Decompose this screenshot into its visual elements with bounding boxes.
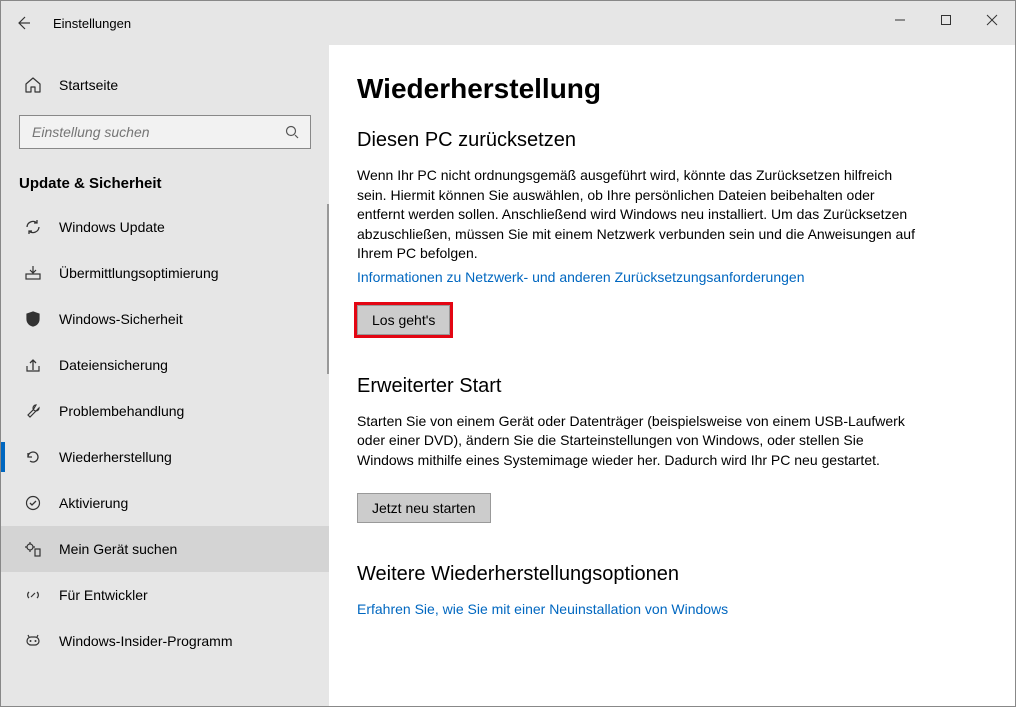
restart-now-button[interactable]: Jetzt neu starten bbox=[357, 493, 491, 523]
sidebar-nav: Windows Update Übermittlungsoptimierung … bbox=[1, 204, 329, 664]
sidebar-item-label: Problembehandlung bbox=[43, 403, 184, 419]
sidebar-item-label: Mein Gerät suchen bbox=[43, 541, 177, 557]
sidebar-item-label: Für Entwickler bbox=[43, 587, 148, 603]
more-recovery-heading: Weitere Wiederherstellungsoptionen bbox=[357, 563, 975, 586]
find-device-icon bbox=[23, 540, 43, 558]
sidebar-home[interactable]: Startseite bbox=[1, 65, 329, 105]
advanced-startup-heading: Erweiterter Start bbox=[357, 375, 975, 398]
sidebar-item-troubleshoot[interactable]: Problembehandlung bbox=[1, 388, 329, 434]
sidebar-item-label: Windows-Insider-Programm bbox=[43, 633, 232, 649]
delivery-icon bbox=[23, 264, 43, 282]
backup-icon bbox=[23, 356, 43, 374]
sidebar-home-label: Startseite bbox=[43, 77, 118, 93]
reset-description: Wenn Ihr PC nicht ordnungsgemäß ausgefüh… bbox=[357, 166, 917, 264]
sidebar-item-label: Windows Update bbox=[43, 219, 165, 235]
search-box[interactable] bbox=[19, 115, 311, 149]
sidebar-item-windows-security[interactable]: Windows-Sicherheit bbox=[1, 296, 329, 342]
sidebar-section-title: Update & Sicherheit bbox=[1, 149, 329, 204]
advanced-startup-description: Starten Sie von einem Gerät oder Datentr… bbox=[357, 412, 917, 471]
sidebar-item-label: Aktivierung bbox=[43, 495, 128, 511]
sidebar: Startseite Update & Sicherheit Windows U… bbox=[1, 45, 329, 706]
home-icon bbox=[23, 76, 43, 94]
reset-get-started-button[interactable]: Los geht's bbox=[357, 305, 450, 335]
maximize-button[interactable] bbox=[923, 4, 969, 36]
sidebar-item-windows-insider[interactable]: Windows-Insider-Programm bbox=[1, 618, 329, 664]
page-title: Wiederherstellung bbox=[357, 73, 975, 105]
close-button[interactable] bbox=[969, 4, 1015, 36]
sidebar-item-find-my-device[interactable]: Mein Gerät suchen bbox=[1, 526, 329, 572]
insider-icon bbox=[23, 632, 43, 650]
sidebar-item-activation[interactable]: Aktivierung bbox=[1, 480, 329, 526]
sidebar-item-label: Übermittlungsoptimierung bbox=[43, 265, 219, 281]
wrench-icon bbox=[23, 402, 43, 420]
sidebar-item-backup[interactable]: Dateiensicherung bbox=[1, 342, 329, 388]
minimize-button[interactable] bbox=[877, 4, 923, 36]
developer-icon bbox=[23, 586, 43, 604]
back-button[interactable] bbox=[1, 1, 45, 45]
sidebar-item-windows-update[interactable]: Windows Update bbox=[1, 204, 329, 250]
search-input[interactable] bbox=[30, 123, 284, 141]
main-content: Wiederherstellung Diesen PC zurücksetzen… bbox=[329, 45, 1015, 706]
reset-heading: Diesen PC zurücksetzen bbox=[357, 129, 975, 152]
sidebar-item-label: Dateiensicherung bbox=[43, 357, 168, 373]
sidebar-item-recovery[interactable]: Wiederherstellung bbox=[1, 434, 329, 480]
sidebar-item-delivery-optimization[interactable]: Übermittlungsoptimierung bbox=[1, 250, 329, 296]
shield-icon bbox=[23, 310, 43, 328]
sync-icon bbox=[23, 218, 43, 236]
fresh-install-link[interactable]: Erfahren Sie, wie Sie mit einer Neuinsta… bbox=[357, 600, 917, 619]
search-icon bbox=[284, 124, 300, 140]
sidebar-item-label: Wiederherstellung bbox=[43, 449, 172, 465]
sidebar-item-for-developers[interactable]: Für Entwickler bbox=[1, 572, 329, 618]
reset-requirements-link[interactable]: Informationen zu Netzwerk- und anderen Z… bbox=[357, 268, 917, 287]
window-title: Einstellungen bbox=[45, 16, 131, 31]
sidebar-item-label: Windows-Sicherheit bbox=[43, 311, 183, 327]
recovery-icon bbox=[23, 448, 43, 466]
check-circle-icon bbox=[23, 494, 43, 512]
